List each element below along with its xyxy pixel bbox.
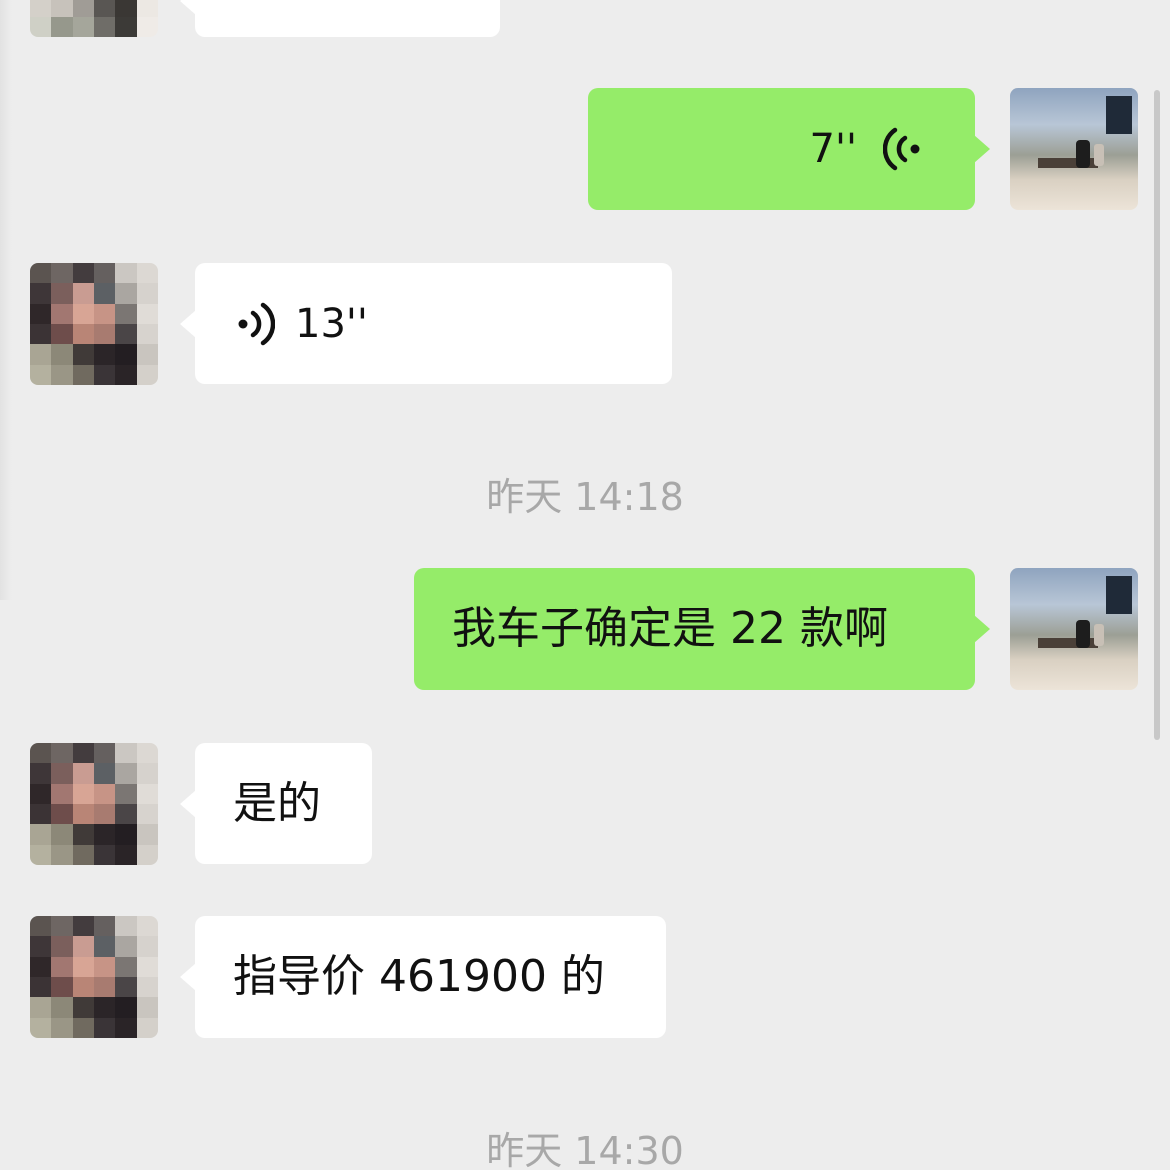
voice-wave-icon xyxy=(235,299,275,349)
chat-screen: 7'' 13'' 昨天 14:18 我车子确定是 22 款啊 是的 指导价 46… xyxy=(0,0,1170,1170)
message-text: 我车子确定是 22 款啊 xyxy=(452,603,888,654)
voice-duration: 13'' xyxy=(295,300,368,347)
text-message-out[interactable]: 我车子确定是 22 款啊 xyxy=(414,568,990,690)
timestamp: 昨天 14:30 xyxy=(486,1129,684,1170)
message-bubble-partial[interactable] xyxy=(180,0,500,37)
timestamp: 昨天 14:18 xyxy=(486,475,684,519)
my-avatar[interactable] xyxy=(1010,568,1138,690)
message-text: 是的 xyxy=(233,777,321,829)
text-message-in[interactable]: 是的 xyxy=(180,743,372,864)
message-text: 指导价 461900 的 xyxy=(233,951,605,1002)
voice-message-out[interactable]: 7'' xyxy=(588,88,990,210)
scrollbar[interactable] xyxy=(1154,90,1160,740)
contact-avatar[interactable] xyxy=(30,263,158,385)
contact-avatar[interactable] xyxy=(30,916,158,1038)
contact-avatar[interactable] xyxy=(30,743,158,865)
my-avatar[interactable] xyxy=(1010,88,1138,210)
voice-duration: 7'' xyxy=(809,126,857,172)
contact-avatar[interactable] xyxy=(30,0,158,37)
voice-wave-icon xyxy=(883,124,923,174)
text-message-in[interactable]: 指导价 461900 的 xyxy=(180,916,666,1038)
voice-message-in[interactable]: 13'' xyxy=(180,263,672,384)
